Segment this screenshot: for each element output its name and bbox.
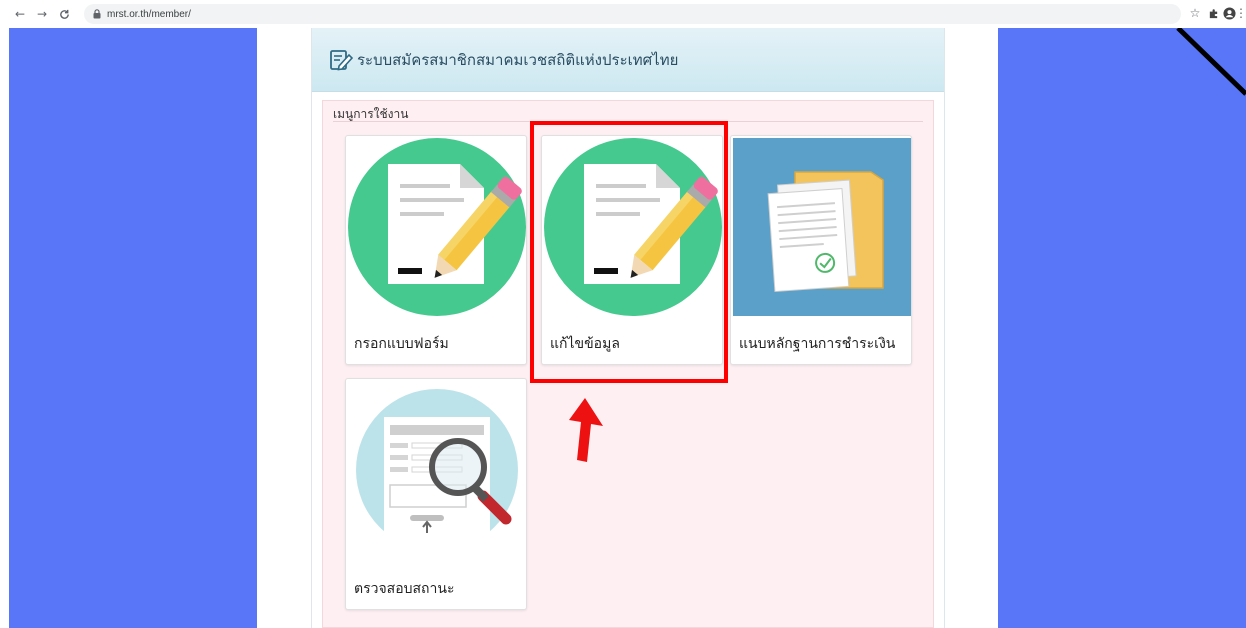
panel-header: ระบบสมัครสมาชิกสมาคมเวชสถิติแห่งประเทศไท… [312, 28, 944, 92]
page-content: ระบบสมัครสมาชิกสมาคมเวชสถิติแห่งประเทศไท… [0, 28, 1246, 628]
form-pencil-icon [348, 138, 526, 316]
side-background-left [9, 28, 257, 628]
document-magnifier-icon [356, 389, 518, 559]
back-icon[interactable]: ← [12, 6, 28, 22]
star-icon[interactable]: ☆ [1188, 6, 1202, 20]
side-background-right [998, 28, 1246, 628]
highlight-box [530, 121, 728, 383]
url-text[interactable]: mrst.or.th/member/ [107, 9, 191, 20]
diagonal-line-decoration [1176, 28, 1246, 96]
menu-card-fill-form[interactable]: กรอกแบบฟอร์ม [345, 135, 527, 365]
forward-icon[interactable]: → [34, 6, 50, 22]
menu-card-label[interactable]: แนบหลักฐานการชำระเงิน [739, 333, 895, 355]
menu-card-label[interactable]: ตรวจสอบสถานะ [354, 578, 455, 600]
extensions-icon[interactable] [1206, 6, 1220, 20]
address-bar[interactable]: mrst.or.th/member/ [84, 4, 1181, 24]
menu-card-label[interactable]: กรอกแบบฟอร์ม [354, 333, 449, 355]
menu-card-check-status[interactable]: ตรวจสอบสถานะ [345, 378, 527, 610]
menu-card-upload-payment[interactable]: แนบหลักฐานการชำระเงิน [730, 135, 912, 365]
documents-envelope-icon [733, 138, 911, 316]
edit-form-icon [330, 49, 353, 70]
page-title: ระบบสมัครสมาชิกสมาคมเวชสถิติแห่งประเทศไท… [357, 50, 679, 69]
lock-icon[interactable] [92, 9, 102, 19]
red-arrow-icon [569, 398, 603, 462]
menu-dots-icon[interactable]: ⋮ [1235, 6, 1246, 20]
reload-icon[interactable] [56, 6, 72, 22]
browser-toolbar: ← → mrst.or.th/member/ ☆ ⋮ [0, 0, 1246, 28]
profile-icon[interactable] [1222, 6, 1236, 20]
